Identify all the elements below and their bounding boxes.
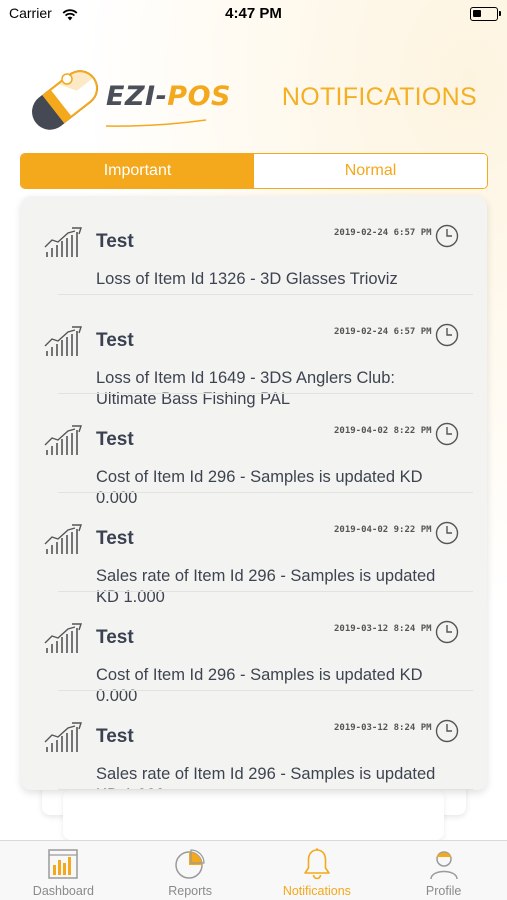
ezi-pos-logo-icon — [20, 60, 110, 140]
bell-icon — [302, 847, 332, 885]
battery-icon — [470, 7, 501, 21]
notification-item[interactable]: Test 2019-03-12 8:24 PM Cost of Item Id 29… — [21, 592, 487, 705]
separator — [58, 789, 473, 790]
clock-icon — [435, 719, 459, 747]
header: EZI-POS NOTIFICATIONS — [0, 55, 507, 140]
tab-dashboard[interactable]: Dashboard — [0, 841, 127, 900]
trend-chart-icon — [44, 622, 84, 660]
clock-icon — [435, 224, 459, 252]
notification-item[interactable]: Test 2019-04-02 9:22 PM Sales rate of Item… — [21, 493, 487, 606]
trend-chart-icon — [44, 721, 84, 759]
tab-reports[interactable]: Reports — [127, 841, 254, 900]
notification-datetime: 2019-03-12 8:24 PM — [334, 723, 432, 733]
tab-important[interactable]: Important — [21, 154, 254, 188]
tab-label: Dashboard — [32, 884, 94, 898]
tab-label: Notifications — [282, 884, 351, 898]
notification-title: Test — [96, 528, 134, 549]
notification-title: Test — [96, 726, 134, 747]
notification-item[interactable]: Test 2019-04-02 8:22 PM Cost of Item Id 29… — [21, 394, 487, 507]
trend-chart-icon — [44, 424, 84, 462]
notification-title: Test — [96, 231, 134, 252]
notification-item[interactable]: Test 2019-02-24 6:57 PM Loss of Item Id 16… — [21, 295, 487, 408]
notification-item[interactable]: Test 2019-02-24 6:57 PM Loss of Item Id 13… — [21, 196, 487, 295]
tab-notifications[interactable]: Notifications — [254, 841, 381, 900]
notification-list[interactable]: Test 2019-02-24 6:57 PM Loss of Item Id 13… — [21, 196, 487, 790]
notification-title: Test — [96, 330, 134, 351]
clock-icon — [435, 521, 459, 549]
dashboard-icon — [46, 847, 80, 885]
notification-title: Test — [96, 627, 134, 648]
notification-item[interactable]: Test 2019-03-12 8:24 PM Sales rate of Item… — [21, 691, 487, 790]
tab-label: Reports — [168, 884, 213, 898]
clock-time: 4:47 PM — [225, 5, 282, 22]
notification-message: Sales rate of Item Id 296 - Samples is u… — [96, 765, 436, 790]
trend-chart-icon — [44, 325, 84, 363]
tab-label: Profile — [425, 884, 462, 898]
tab-profile[interactable]: Profile — [380, 841, 507, 900]
notification-datetime: 2019-03-12 8:24 PM — [334, 624, 432, 634]
tab-normal[interactable]: Normal — [254, 154, 487, 188]
notification-title: Test — [96, 429, 134, 450]
notification-datetime: 2019-02-24 6:57 PM — [334, 228, 432, 238]
clock-icon — [435, 422, 459, 450]
logo-wordmark: EZI-POS — [106, 81, 231, 112]
notification-filter-segment: Important Normal — [20, 153, 488, 189]
clock-icon — [435, 323, 459, 351]
trend-chart-icon — [44, 226, 84, 264]
page-title: NOTIFICATIONS — [281, 83, 477, 111]
notification-datetime: 2019-04-02 8:22 PM — [334, 426, 432, 436]
card-stack-shadow — [63, 790, 444, 840]
status-bar: Carrier 4:47 PM — [0, 0, 507, 28]
trend-chart-icon — [44, 523, 84, 561]
logo-swoosh — [105, 113, 207, 132]
profile-icon — [427, 847, 461, 885]
clock-icon — [435, 620, 459, 648]
notification-datetime: 2019-02-24 6:57 PM — [334, 327, 432, 337]
tab-bar: Dashboard Reports Notifications Profile — [0, 840, 507, 900]
notification-datetime: 2019-04-02 9:22 PM — [334, 525, 432, 535]
reports-icon — [173, 847, 207, 885]
notification-message: Loss of Item Id 1326 - 3D Glasses Triovi… — [96, 270, 398, 288]
